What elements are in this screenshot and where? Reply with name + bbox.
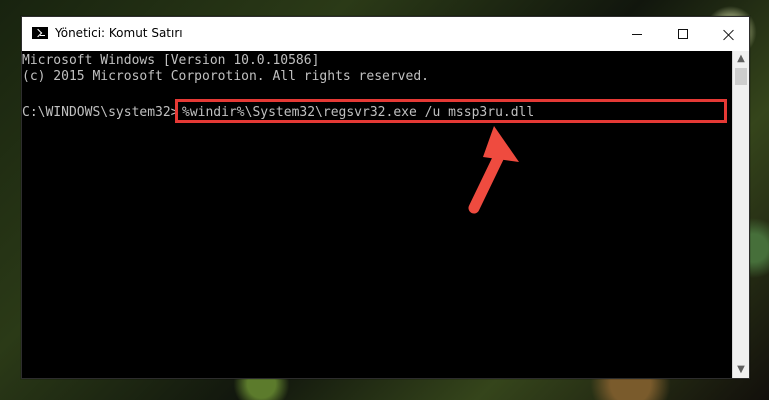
console-command-line[interactable]: C:\WINDOWS\system32>: [22, 105, 179, 121]
command-prompt-window[interactable]: Yönetici: Komut Satırı Microsoft Windows…: [21, 16, 750, 379]
window-title: Yönetici: Komut Satırı: [55, 26, 183, 40]
console-copyright-line: (c) 2015 Microsoft Corporotion. All righ…: [22, 69, 429, 84]
minimize-button[interactable]: [614, 17, 660, 51]
scroll-down-icon[interactable]: ▼: [733, 362, 749, 378]
command-highlight-box: [175, 99, 727, 123]
scrollbar-thumb[interactable]: [735, 68, 747, 85]
close-button[interactable]: [706, 17, 752, 51]
cmd-icon: [32, 27, 48, 39]
scroll-up-icon[interactable]: ▲: [733, 51, 749, 67]
minimize-icon: [632, 34, 642, 35]
console-version-line: Microsoft Windows [Version 10.0.10586]: [22, 53, 320, 68]
close-icon: [722, 28, 736, 42]
red-arrow-icon: [468, 126, 519, 214]
maximize-button[interactable]: [660, 17, 706, 51]
title-bar[interactable]: Yönetici: Komut Satırı: [22, 17, 749, 51]
console-area[interactable]: Microsoft Windows [Version 10.0.10586] (…: [22, 51, 732, 378]
maximize-icon: [678, 29, 688, 39]
vertical-scrollbar[interactable]: ▲ ▼: [732, 51, 749, 378]
command-prompt-path: C:\WINDOWS\system32>: [22, 105, 179, 120]
